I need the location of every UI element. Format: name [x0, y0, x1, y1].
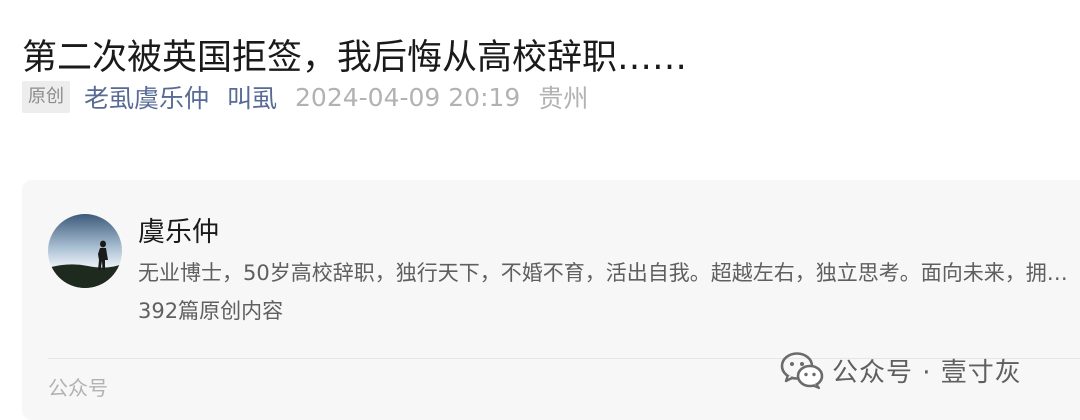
wechat-icon	[780, 352, 824, 390]
account-link[interactable]: 叫虱	[227, 79, 277, 115]
account-description: 无业博士，50岁高校辞职，独行天下，不婚不育，活出自我。超越左右，独立思考。面向…	[138, 261, 1078, 285]
watermark: 公众号 · 壹寸灰	[780, 350, 1022, 390]
account-name: 虞乐仲	[138, 217, 219, 248]
watermark-text: 公众号 · 壹寸灰	[832, 357, 1022, 388]
account-type-label: 公众号	[48, 376, 108, 400]
author-link[interactable]: 老虱虞乐仲	[84, 79, 209, 115]
article-meta: 原创 老虱虞乐仲 叫虱 2024-04-09 20:19 贵州	[22, 80, 588, 114]
publish-location: 贵州	[538, 84, 589, 113]
original-tag: 原创	[22, 81, 70, 113]
article-count: 392篇原创内容	[138, 299, 284, 323]
avatar	[48, 214, 122, 288]
publish-datetime: 2024-04-09 20:19	[295, 82, 521, 112]
article-title: 第二次被英国拒签，我后悔从高校辞职……	[22, 38, 688, 79]
